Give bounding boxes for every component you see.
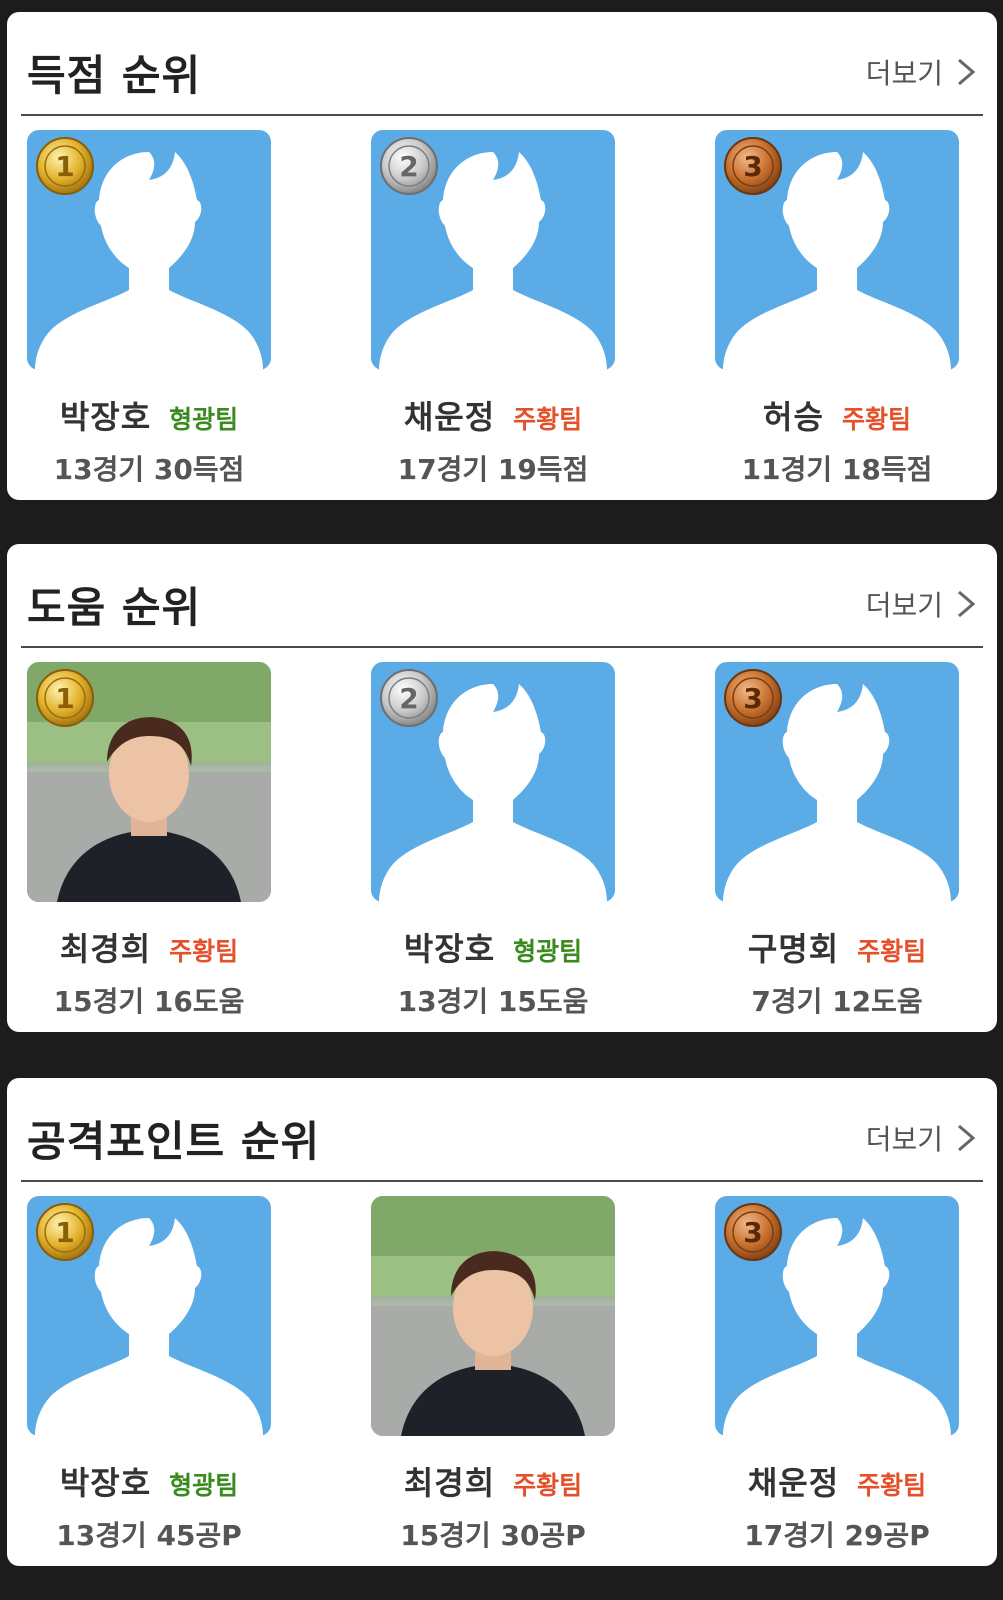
chevron-right-icon — [958, 58, 976, 86]
player-name: 최경희 — [59, 930, 152, 968]
player-card[interactable]: 1 최경희 주황팀 15경기 16도움 — [11, 662, 341, 1018]
svg-text:3: 3 — [743, 1216, 762, 1249]
card-header: 득점 순위 더보기 — [21, 12, 983, 116]
player-name: 박장호 — [59, 398, 152, 436]
player-stat: 13경기 30득점 — [53, 453, 245, 486]
person-photo-icon — [371, 1196, 615, 1436]
player-card[interactable]: 2 박장호 형광팀 13경기 15도움 — [355, 662, 685, 1018]
player-name-row: 최경희 주황팀 — [355, 1458, 631, 1504]
player-photo: 1 — [27, 662, 271, 902]
more-label: 더보기 — [865, 57, 943, 90]
player-stat: 7경기 12도움 — [751, 985, 923, 1018]
card-header: 도움 순위 더보기 — [21, 544, 983, 648]
team-badge: 주황팀 — [857, 937, 927, 966]
player-stat: 15경기 16도움 — [53, 985, 245, 1018]
player-photo-placeholder: 1 — [27, 130, 271, 370]
player-photo-placeholder: 3 — [715, 662, 959, 902]
player-stat: 15경기 30공P — [400, 1519, 586, 1552]
svg-text:1: 1 — [55, 1216, 74, 1249]
team-badge: 주황팀 — [841, 405, 911, 434]
player-photo — [371, 1196, 615, 1436]
more-link[interactable]: 더보기 — [866, 584, 979, 624]
player-card[interactable]: 1 박장호 형광팀 13경기 45공P — [11, 1196, 341, 1552]
player-name: 최경희 — [403, 1464, 496, 1502]
svg-text:1: 1 — [55, 150, 74, 183]
bronze-medal-icon: 3 — [724, 137, 782, 195]
more-label: 더보기 — [865, 1123, 943, 1156]
team-badge: 형광팀 — [513, 937, 583, 966]
section-title: 공격포인트 순위 — [27, 1117, 321, 1166]
player-name: 채운정 — [747, 1464, 840, 1502]
player-name-row: 구명회 주황팀 — [699, 924, 975, 970]
player-photo-placeholder: 3 — [715, 1196, 959, 1436]
player-name: 박장호 — [59, 1464, 152, 1502]
player-photo-placeholder: 1 — [27, 1196, 271, 1436]
team-badge: 주황팀 — [857, 1471, 927, 1500]
player-name-row: 박장호 형광팀 — [355, 924, 631, 970]
player-card[interactable]: 3 구명회 주황팀 7경기 12도움 — [699, 662, 1003, 1018]
team-badge: 주황팀 — [513, 405, 583, 434]
team-badge: 형광팀 — [169, 1471, 239, 1500]
svg-text:1: 1 — [55, 682, 74, 715]
scoring-ranking-card: 득점 순위 더보기 1 박장호 형광팀 13경기 30득점 2 채운정 주황팀 — [7, 12, 997, 500]
bronze-medal-icon: 3 — [724, 669, 782, 727]
player-card[interactable]: 최경희 주황팀 15경기 30공P — [355, 1196, 685, 1552]
player-stat: 11경기 18득점 — [741, 453, 933, 486]
attack-points-ranking-card: 공격포인트 순위 더보기 1 박장호 형광팀 13경기 45공P 최경희 주황팀… — [7, 1078, 997, 1566]
svg-text:3: 3 — [743, 150, 762, 183]
section-title: 득점 순위 — [27, 51, 202, 100]
player-name-row: 최경희 주황팀 — [11, 924, 287, 970]
team-badge: 주황팀 — [513, 1471, 583, 1500]
player-name: 구명회 — [747, 930, 840, 968]
silver-medal-icon: 2 — [380, 137, 438, 195]
player-name-row: 박장호 형광팀 — [11, 392, 287, 438]
section-title: 도움 순위 — [27, 583, 202, 632]
player-name-row: 허승 주황팀 — [699, 392, 975, 438]
gold-medal-icon: 1 — [36, 137, 94, 195]
player-name-row: 박장호 형광팀 — [11, 1458, 287, 1504]
svg-text:2: 2 — [399, 150, 418, 183]
team-badge: 형광팀 — [169, 405, 239, 434]
silver-medal-icon: 2 — [380, 669, 438, 727]
player-name-row: 채운정 주황팀 — [355, 392, 631, 438]
player-card[interactable]: 2 채운정 주황팀 17경기 19득점 — [355, 130, 685, 486]
player-stat: 13경기 15도움 — [397, 985, 589, 1018]
player-name: 박장호 — [403, 930, 496, 968]
gold-medal-icon: 1 — [36, 669, 94, 727]
more-link[interactable]: 더보기 — [866, 52, 979, 92]
player-name: 허승 — [763, 398, 824, 436]
player-stat: 13경기 45공P — [56, 1519, 242, 1552]
chevron-right-icon — [958, 590, 976, 618]
bronze-medal-icon: 3 — [724, 1203, 782, 1261]
player-photo-placeholder: 2 — [371, 130, 615, 370]
more-link[interactable]: 더보기 — [866, 1118, 979, 1158]
player-stat: 17경기 29공P — [744, 1519, 930, 1552]
player-photo-placeholder: 2 — [371, 662, 615, 902]
chevron-right-icon — [958, 1124, 976, 1152]
more-label: 더보기 — [865, 589, 943, 622]
player-card[interactable]: 1 박장호 형광팀 13경기 30득점 — [11, 130, 341, 486]
svg-text:2: 2 — [399, 682, 418, 715]
player-name: 채운정 — [403, 398, 496, 436]
player-card[interactable]: 3 허승 주황팀 11경기 18득점 — [699, 130, 1003, 486]
player-stat: 17경기 19득점 — [397, 453, 589, 486]
assist-ranking-card: 도움 순위 더보기 1 최경희 주황팀 15경기 16도움 2 박장호 형광팀 … — [7, 544, 997, 1032]
gold-medal-icon: 1 — [36, 1203, 94, 1261]
team-badge: 주황팀 — [169, 937, 239, 966]
player-card[interactable]: 3 채운정 주황팀 17경기 29공P — [699, 1196, 1003, 1552]
card-header: 공격포인트 순위 더보기 — [21, 1078, 983, 1182]
player-photo-placeholder: 3 — [715, 130, 959, 370]
player-name-row: 채운정 주황팀 — [699, 1458, 975, 1504]
svg-text:3: 3 — [743, 682, 762, 715]
